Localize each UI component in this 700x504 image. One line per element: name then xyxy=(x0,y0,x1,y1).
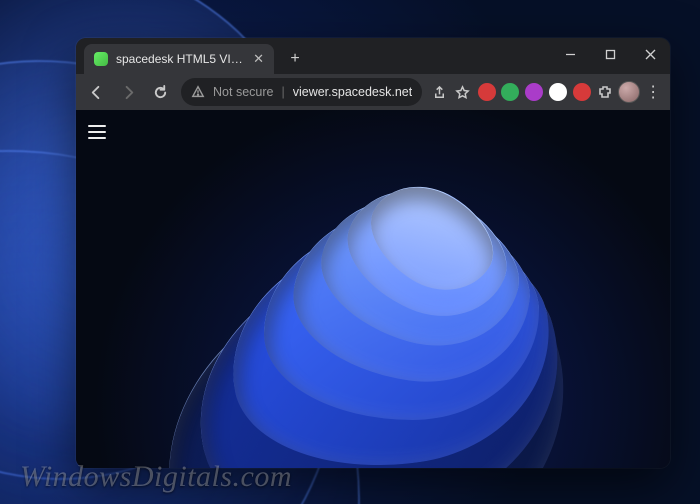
browser-tab[interactable]: spacedesk HTML5 VIEWER ✕ xyxy=(84,44,274,74)
not-secure-icon xyxy=(191,85,205,99)
titlebar: spacedesk HTML5 VIEWER ✕ + xyxy=(76,38,670,74)
address-bar[interactable]: Not secure | viewer.spacedesk.net xyxy=(181,78,422,106)
url-text: viewer.spacedesk.net xyxy=(293,85,413,99)
back-button[interactable] xyxy=(82,77,112,107)
close-window-button[interactable] xyxy=(630,40,670,68)
close-tab-icon[interactable]: ✕ xyxy=(253,51,264,67)
tab-favicon xyxy=(94,52,108,66)
hamburger-menu-icon[interactable] xyxy=(88,120,112,144)
profile-avatar[interactable] xyxy=(618,81,640,103)
page-viewport xyxy=(76,110,670,468)
share-icon[interactable] xyxy=(428,81,450,103)
extension-3[interactable] xyxy=(523,81,545,103)
bookmark-icon[interactable] xyxy=(452,81,474,103)
extensions-menu-icon[interactable] xyxy=(594,81,616,103)
minimize-button[interactable] xyxy=(550,40,590,68)
window-controls xyxy=(550,40,670,68)
browser-window: spacedesk HTML5 VIEWER ✕ + Not secure | … xyxy=(76,38,670,468)
extension-2[interactable] xyxy=(499,81,521,103)
browser-toolbar: Not secure | viewer.spacedesk.net ⋮ xyxy=(76,74,670,110)
tab-title: spacedesk HTML5 VIEWER xyxy=(116,52,245,66)
new-tab-button[interactable]: + xyxy=(282,46,308,72)
extension-1[interactable] xyxy=(476,81,498,103)
reload-button[interactable] xyxy=(145,77,175,107)
maximize-button[interactable] xyxy=(590,40,630,68)
extension-4[interactable] xyxy=(547,81,569,103)
security-label: Not secure xyxy=(213,85,273,99)
forward-button[interactable] xyxy=(114,77,144,107)
extension-5[interactable] xyxy=(571,81,593,103)
browser-menu-icon[interactable]: ⋮ xyxy=(642,81,664,103)
remote-desktop-wallpaper xyxy=(76,110,670,468)
